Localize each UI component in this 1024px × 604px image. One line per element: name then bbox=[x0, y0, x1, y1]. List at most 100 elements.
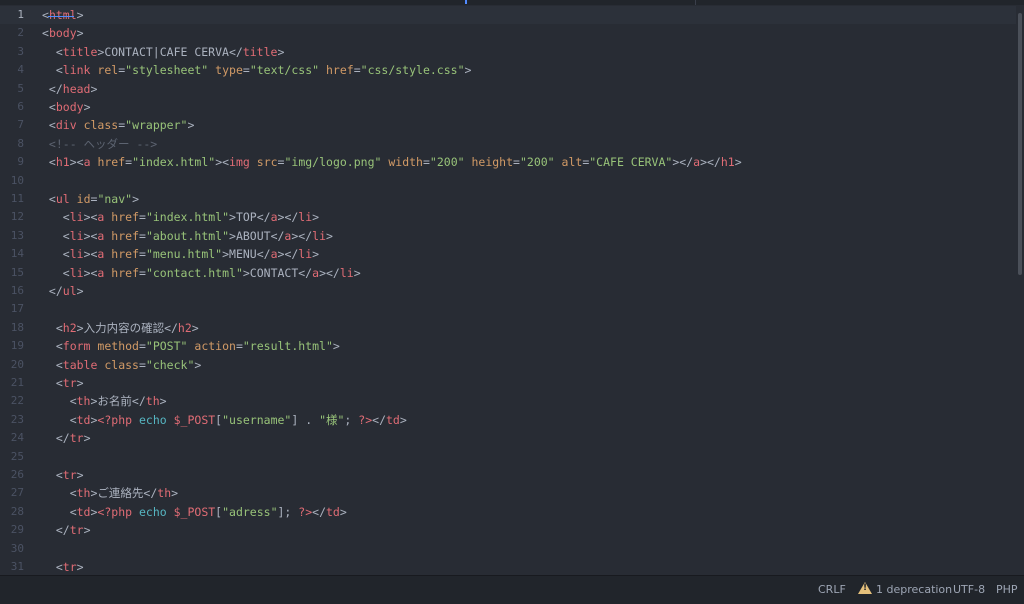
code-token-attribute: class bbox=[104, 357, 139, 372]
code-token-text: ]; bbox=[277, 504, 299, 519]
code-area[interactable]: 1 <html> 2 <body> 3 <title>CONTACT|CAFE CERV… bbox=[0, 5, 1016, 575]
code-editor[interactable]: 1 <html> 2 <body> 3 <title>CONTACT|CAFE CERV… bbox=[0, 0, 1024, 604]
line-number[interactable]: 29 bbox=[0, 521, 24, 539]
code-line[interactable]: 6 <body> bbox=[0, 98, 1016, 116]
vertical-scrollbar[interactable] bbox=[1016, 5, 1024, 575]
line-number[interactable]: 27 bbox=[0, 484, 24, 502]
code-token-tag: td bbox=[386, 412, 400, 427]
code-token-string: "index.html" bbox=[145, 210, 230, 225]
code-line[interactable]: 1 <html> bbox=[0, 6, 1016, 25]
line-number[interactable]: 22 bbox=[0, 392, 24, 410]
line-number[interactable]: 16 bbox=[0, 282, 24, 300]
line-number[interactable]: 10 bbox=[0, 172, 24, 190]
line-number[interactable]: 25 bbox=[0, 448, 24, 466]
code-token-string: "about.html" bbox=[145, 228, 230, 243]
code-token-tag: tr bbox=[62, 468, 77, 482]
code-line[interactable]: 9 <h1><a href="index.html"><img src="img… bbox=[0, 153, 1016, 171]
code-line[interactable]: 10 bbox=[0, 172, 1016, 190]
scrollbar-thumb[interactable] bbox=[1018, 13, 1022, 275]
code-line[interactable]: 16 </ul> bbox=[0, 282, 1016, 300]
code-token-tag: link bbox=[62, 63, 91, 78]
line-number[interactable]: 28 bbox=[0, 503, 24, 521]
code-text: <td><?php echo $_POST["adress"]; ?></td> bbox=[42, 503, 347, 521]
code-line[interactable]: 18 <h2>入力内容の確認</h2> bbox=[0, 319, 1016, 337]
line-number[interactable]: 30 bbox=[0, 540, 24, 558]
code-line[interactable]: 7 <div class="wrapper"> bbox=[0, 116, 1016, 134]
encoding-indicator[interactable]: UTF-8 bbox=[953, 576, 985, 604]
code-line[interactable]: 2 <body> bbox=[0, 24, 1016, 42]
code-line[interactable]: 17 bbox=[0, 300, 1016, 318]
line-number[interactable]: 8 bbox=[0, 135, 24, 153]
code-line[interactable]: 12 <li><a href="index.html">TOP</a></li> bbox=[0, 208, 1016, 226]
line-number[interactable]: 9 bbox=[0, 153, 24, 171]
code-line[interactable]: 19 <form method="POST" action="result.ht… bbox=[0, 337, 1016, 355]
code-token-text: = bbox=[242, 63, 250, 78]
line-ending-indicator[interactable]: CRLF bbox=[818, 576, 846, 604]
line-number[interactable]: 3 bbox=[0, 43, 24, 61]
code-token-text: < bbox=[42, 118, 56, 133]
code-line[interactable]: 29 </tr> bbox=[0, 521, 1016, 539]
line-number[interactable]: 13 bbox=[0, 227, 24, 245]
code-text: <tr> bbox=[42, 374, 84, 392]
code-line[interactable]: 23 <td><?php echo $_POST["username"] . "… bbox=[0, 411, 1016, 429]
code-line[interactable]: 14 <li><a href="menu.html">MENU</a></li> bbox=[0, 245, 1016, 263]
code-token-text: > bbox=[76, 284, 84, 298]
line-number[interactable]: 18 bbox=[0, 319, 24, 337]
line-number[interactable]: 14 bbox=[0, 245, 24, 263]
code-line[interactable]: 26 <tr> bbox=[0, 466, 1016, 484]
code-line[interactable]: 5 </head> bbox=[0, 80, 1016, 98]
code-token-text: < bbox=[42, 192, 56, 206]
code-line[interactable]: 22 <th>お名前</th> bbox=[0, 392, 1016, 410]
code-line[interactable]: 20 <table class="check"> bbox=[0, 356, 1016, 374]
line-number[interactable]: 7 bbox=[0, 116, 24, 134]
line-number[interactable]: 12 bbox=[0, 208, 24, 226]
code-token-text: > bbox=[734, 155, 742, 170]
code-line[interactable]: 8 <!-- ヘッダー --> bbox=[0, 135, 1016, 153]
line-number[interactable]: 21 bbox=[0, 374, 24, 392]
code-line[interactable]: 13 <li><a href="about.html">ABOUT</a></l… bbox=[0, 227, 1016, 245]
code-token-text: > bbox=[194, 357, 202, 372]
code-line[interactable]: 28 <td><?php echo $_POST["adress"]; ?></… bbox=[0, 503, 1016, 521]
code-token-string: "menu.html" bbox=[145, 247, 223, 262]
line-number[interactable]: 23 bbox=[0, 411, 24, 429]
code-token-text: >お名前</ bbox=[90, 394, 146, 409]
code-line[interactable]: 25 bbox=[0, 448, 1016, 466]
code-token-text: > bbox=[187, 118, 195, 133]
line-number[interactable]: 24 bbox=[0, 429, 24, 447]
line-number[interactable]: 5 bbox=[0, 80, 24, 98]
line-number[interactable]: 2 bbox=[0, 24, 24, 42]
line-number[interactable]: 19 bbox=[0, 337, 24, 355]
code-line[interactable]: 27 <th>ご連絡先</th> bbox=[0, 484, 1016, 502]
code-line[interactable]: 21 <tr> bbox=[0, 374, 1016, 392]
code-line[interactable]: 31 <tr> bbox=[0, 558, 1016, 575]
line-number[interactable]: 20 bbox=[0, 356, 24, 374]
code-token-text: < bbox=[42, 486, 77, 501]
deprecation-indicator[interactable]: 1 deprecation bbox=[858, 576, 952, 604]
code-token-string: "200" bbox=[519, 155, 555, 170]
code-token-text: < bbox=[42, 155, 56, 170]
code-token-text: > bbox=[76, 8, 84, 22]
code-line[interactable]: 30 bbox=[0, 540, 1016, 558]
code-token-tag: li bbox=[69, 265, 84, 280]
code-token-text: > bbox=[132, 192, 140, 206]
code-line[interactable]: 24 </tr> bbox=[0, 429, 1016, 447]
code-line[interactable]: 15 <li><a href="contact.html">CONTACT</a… bbox=[0, 264, 1016, 282]
code-token-string: "stylesheet" bbox=[125, 63, 209, 78]
grammar-indicator[interactable]: PHP bbox=[996, 576, 1018, 604]
line-number[interactable]: 17 bbox=[0, 300, 24, 318]
line-number[interactable]: 11 bbox=[0, 190, 24, 208]
code-token-tag: table bbox=[62, 357, 98, 372]
line-number[interactable]: 1 bbox=[0, 6, 24, 24]
code-line[interactable]: 11 <ul id="nav"> bbox=[0, 190, 1016, 208]
code-token-text: < bbox=[42, 560, 63, 574]
code-line[interactable]: 4 <link rel="stylesheet" type="text/css"… bbox=[0, 61, 1016, 79]
code-token-text: >< bbox=[215, 155, 230, 170]
code-line[interactable]: 3 <title>CONTACT|CAFE CERVA</title> bbox=[0, 43, 1016, 61]
line-number[interactable]: 6 bbox=[0, 98, 24, 116]
code-token-attribute: id bbox=[76, 192, 91, 206]
line-number[interactable]: 15 bbox=[0, 264, 24, 282]
line-number[interactable]: 4 bbox=[0, 61, 24, 79]
line-number[interactable]: 31 bbox=[0, 558, 24, 575]
line-number[interactable]: 26 bbox=[0, 466, 24, 484]
